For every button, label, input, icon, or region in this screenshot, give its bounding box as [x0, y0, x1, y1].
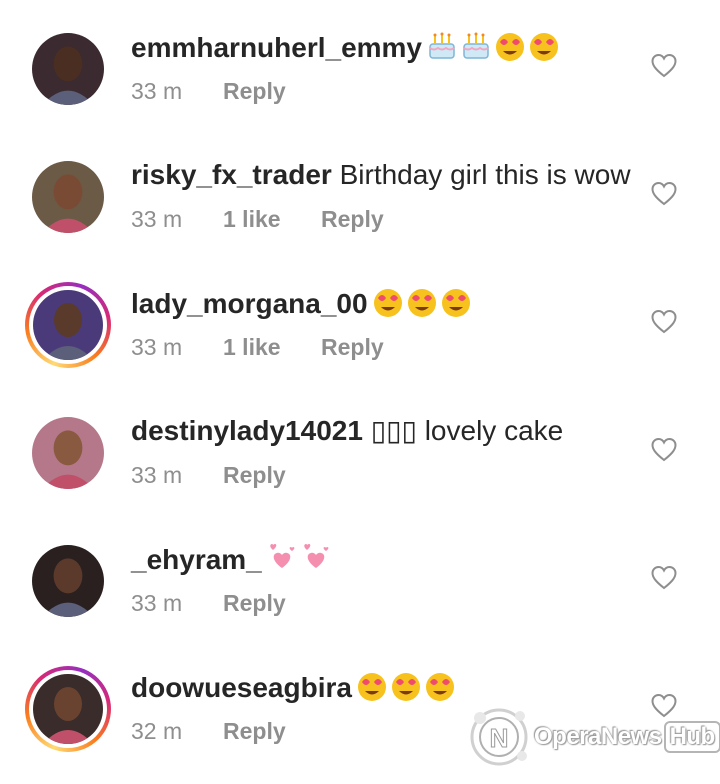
- avatar[interactable]: [32, 161, 104, 233]
- avatar[interactable]: [32, 33, 104, 105]
- comment-body: lady_morgana_00: [131, 286, 472, 321]
- like-heart-icon[interactable]: [651, 309, 677, 335]
- reply-button[interactable]: Reply: [223, 718, 286, 744]
- comment-body: destinylady14021 ▯▯▯ lovely cake: [131, 414, 563, 448]
- comment-emojis: [356, 670, 456, 702]
- watermark-hub: Hub: [663, 721, 720, 753]
- like-heart-icon[interactable]: [651, 53, 677, 79]
- reply-button[interactable]: Reply: [223, 462, 286, 488]
- comment-meta: 33 m Reply: [131, 588, 286, 618]
- like-heart-icon[interactable]: [651, 565, 677, 591]
- heart-eyes-emoji-icon: [357, 673, 386, 701]
- svg-text:N: N: [490, 723, 509, 753]
- heart-eyes-emoji-icon: [407, 289, 436, 317]
- comment-like-count[interactable]: 1 like: [223, 204, 321, 234]
- comment-body: doowueseagbira: [131, 670, 456, 705]
- reply-button[interactable]: Reply: [321, 206, 384, 232]
- comment-username[interactable]: _ehyram_: [131, 544, 262, 575]
- reply-button[interactable]: Reply: [223, 78, 286, 104]
- heart-eyes-emoji-icon: [373, 289, 402, 317]
- comment-username[interactable]: doowueseagbira: [131, 672, 352, 703]
- comment-meta: 33 m Reply: [131, 460, 286, 490]
- avatar[interactable]: [32, 545, 104, 617]
- comment-text: ▯▯▯ lovely cake: [362, 415, 564, 446]
- comment-username[interactable]: lady_morgana_00: [131, 288, 368, 319]
- birthday-cake-emoji-icon: [429, 32, 455, 59]
- comment-text: Birthday girl this is wow: [331, 159, 631, 190]
- watermark-brand: OperaNews: [534, 723, 662, 750]
- avatar-with-story-ring[interactable]: [25, 282, 111, 368]
- avatar[interactable]: [32, 417, 104, 489]
- comment-meta: 32 m Reply: [131, 716, 286, 746]
- comment-row: _ehyram_ 33 m Reply: [0, 512, 720, 640]
- comment-timestamp: 33 m: [131, 78, 183, 104]
- comments-list: emmharnuherl_emmy 33 m Reply risky_fx_trade…: [0, 0, 720, 768]
- comment-timestamp: 33 m: [131, 206, 183, 232]
- comment-timestamp: 33 m: [131, 590, 183, 616]
- comment-body: emmharnuherl_emmy: [131, 30, 560, 65]
- comment-timestamp: 32 m: [131, 718, 183, 744]
- comment-emojis: [372, 286, 472, 318]
- heart-eyes-emoji-icon: [530, 33, 559, 61]
- opera-news-watermark: N OperaNews Hub: [468, 705, 720, 769]
- avatar-with-story-ring[interactable]: [25, 666, 111, 752]
- like-heart-icon[interactable]: [651, 437, 677, 463]
- comment-like-count[interactable]: 1 like: [223, 332, 321, 362]
- reply-button[interactable]: Reply: [223, 590, 286, 616]
- comment-username[interactable]: emmharnuherl_emmy: [131, 32, 422, 63]
- comment-row: risky_fx_trader Birthday girl this is wo…: [0, 128, 720, 256]
- comment-meta: 33 m 1 like Reply: [131, 204, 384, 234]
- heart-eyes-emoji-icon: [391, 673, 420, 701]
- comment-row: lady_morgana_00 33 m 1 like Reply: [0, 256, 720, 384]
- heart-eyes-emoji-icon: [441, 289, 470, 317]
- heart-eyes-emoji-icon: [496, 33, 525, 61]
- comment-meta: 33 m Reply: [131, 76, 286, 106]
- birthday-cake-emoji-icon: [463, 32, 489, 59]
- comment-meta: 33 m 1 like Reply: [131, 332, 384, 362]
- comment-body: risky_fx_trader Birthday girl this is wo…: [131, 158, 631, 192]
- opera-news-logo-icon: N: [470, 708, 528, 766]
- comment-body: _ehyram_: [131, 542, 332, 577]
- comment-username[interactable]: risky_fx_trader: [131, 159, 332, 190]
- comment-row: destinylady14021 ▯▯▯ lovely cake 33 m Repl…: [0, 384, 720, 512]
- sparkling-hearts-emoji-icon: [304, 544, 329, 568]
- comment-timestamp: 33 m: [131, 334, 183, 360]
- comment-timestamp: 33 m: [131, 462, 183, 488]
- like-heart-icon[interactable]: [651, 181, 677, 207]
- comment-row: emmharnuherl_emmy 33 m Reply: [0, 0, 720, 128]
- comment-username[interactable]: destinylady14021: [131, 415, 363, 446]
- comment-emojis: [426, 30, 560, 62]
- reply-button[interactable]: Reply: [321, 334, 384, 360]
- sparkling-hearts-emoji-icon: [270, 544, 295, 568]
- heart-eyes-emoji-icon: [425, 673, 454, 701]
- comment-emojis: [266, 542, 332, 574]
